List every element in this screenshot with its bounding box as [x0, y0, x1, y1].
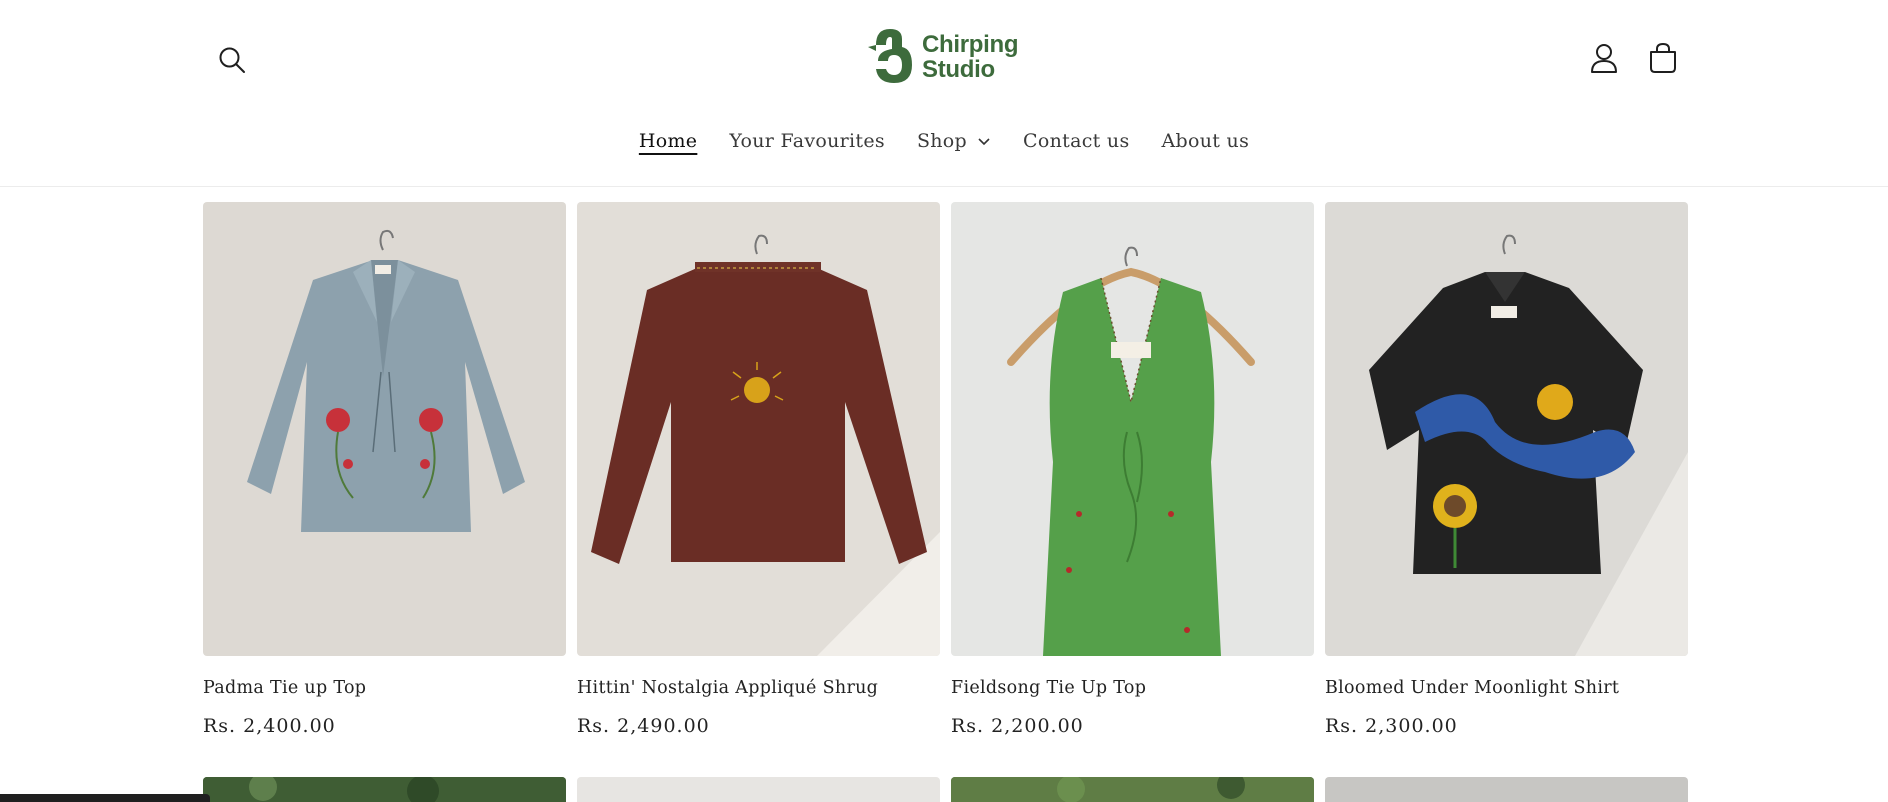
cart-icon	[1650, 42, 1676, 73]
cart-button[interactable]	[1643, 38, 1683, 78]
nav-home[interactable]: Home	[639, 125, 697, 157]
product-price: Rs. 2,490.00	[577, 715, 710, 737]
nav-about-us[interactable]: About us	[1162, 125, 1250, 157]
brand-logo[interactable]: Chirping Studio	[866, 25, 1026, 89]
product-image-row2[interactable]	[1325, 777, 1688, 802]
product-image-row2[interactable]	[203, 777, 566, 802]
nav-contact-us[interactable]: Contact us	[1023, 125, 1129, 157]
product-card[interactable]: Fieldsong Tie Up Top Rs. 2,200.00	[951, 202, 1314, 737]
nav-contact-us-label: Contact us	[1023, 130, 1130, 152]
account-button[interactable]	[1584, 38, 1624, 78]
brand-name: Chirping Studio	[922, 31, 1019, 83]
site-header: Chirping Studio Home Your Favourites Sho…	[0, 0, 1888, 187]
account-icon	[1591, 44, 1617, 73]
search-icon	[219, 47, 245, 73]
bird-logo-icon	[868, 29, 912, 83]
nav-your-favourites[interactable]: Your Favourites	[729, 125, 885, 157]
search-button[interactable]	[212, 40, 252, 80]
product-price: Rs. 2,200.00	[951, 715, 1084, 737]
product-image[interactable]	[951, 202, 1314, 656]
chevron-down-icon	[978, 138, 990, 146]
product-image[interactable]	[203, 202, 566, 656]
product-image-row2[interactable]	[577, 777, 940, 802]
nav-shop-label: Shop	[916, 130, 968, 152]
product-image-row2[interactable]	[951, 777, 1314, 802]
product-price: Rs. 2,400.00	[203, 715, 336, 737]
product-image[interactable]	[577, 202, 940, 656]
nav-your-favourites-label: Your Favourites	[729, 130, 885, 152]
product-card[interactable]: Bloomed Under Moonlight Shirt Rs. 2,300.…	[1325, 202, 1688, 737]
nav-about-us-label: About us	[1161, 130, 1250, 152]
brand-name-line2: Studio	[922, 56, 995, 83]
product-card[interactable]: Hittin' Nostalgia Appliqué Shrug Rs. 2,4…	[577, 202, 940, 737]
product-title[interactable]: Bloomed Under Moonlight Shirt	[1325, 678, 1619, 698]
product-title[interactable]: Hittin' Nostalgia Appliqué Shrug	[577, 678, 878, 698]
nav-home-label: Home	[638, 130, 698, 152]
brand-name-line1: Chirping	[922, 31, 1019, 58]
nav-shop[interactable]: Shop	[917, 125, 991, 157]
product-title[interactable]: Fieldsong Tie Up Top	[951, 678, 1146, 698]
product-price: Rs. 2,300.00	[1325, 715, 1458, 737]
bottom-overlay-bar	[0, 794, 210, 802]
main-nav: Home Your Favourites Shop Contact us Abo…	[0, 125, 1888, 157]
product-card[interactable]: Padma Tie up Top Rs. 2,400.00	[203, 202, 566, 737]
product-title[interactable]: Padma Tie up Top	[203, 678, 366, 698]
product-image[interactable]	[1325, 202, 1688, 656]
